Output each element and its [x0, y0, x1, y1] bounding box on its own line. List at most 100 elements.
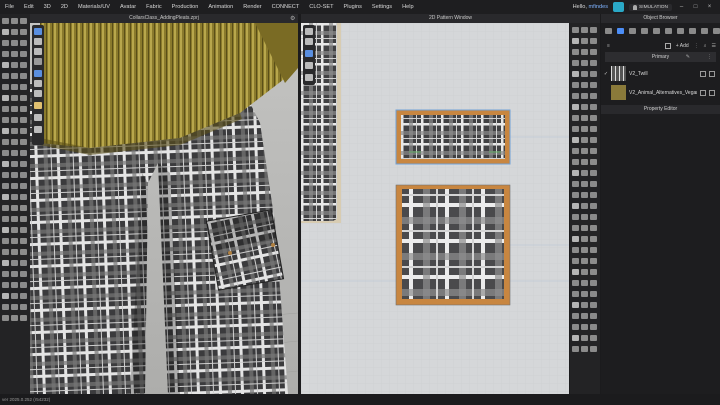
2d-tool-62-icon[interactable]	[581, 247, 588, 253]
simulation-mode-selector[interactable]: SIMULATION	[629, 3, 672, 11]
2d-tool-54-icon[interactable]	[590, 214, 597, 220]
2d-tool-16-icon[interactable]	[572, 82, 579, 88]
minimize-icon[interactable]: –	[677, 4, 686, 10]
2d-tool-25-icon[interactable]	[572, 115, 579, 121]
3d-garment-viewport[interactable]	[30, 23, 298, 394]
3d-tool-3-icon[interactable]	[20, 18, 27, 24]
2d-tool-75-icon[interactable]	[590, 291, 597, 297]
3d-tool-50-icon[interactable]	[11, 194, 18, 200]
2d-tool-89-icon[interactable]	[581, 346, 588, 352]
3d-tool-72-icon[interactable]	[20, 271, 27, 277]
camera-icon[interactable]	[34, 28, 42, 35]
3d-tool-4-icon[interactable]	[2, 29, 9, 35]
light-icon[interactable]	[34, 102, 42, 109]
3d-tool-8-icon[interactable]	[11, 40, 18, 46]
avatar-icon[interactable]	[34, 58, 42, 65]
3d-tool-32-icon[interactable]	[11, 128, 18, 134]
3d-tool-24-icon[interactable]	[20, 95, 27, 101]
2d-tool-26-icon[interactable]	[581, 115, 588, 121]
2d-tool-55-icon[interactable]	[572, 225, 579, 231]
3d-tool-58-icon[interactable]	[2, 227, 9, 233]
menu-render[interactable]: Render	[238, 0, 266, 14]
2d-fabric-display-icon[interactable]	[305, 50, 313, 57]
3d-tool-2-icon[interactable]	[11, 18, 18, 24]
3d-tool-25-icon[interactable]	[2, 106, 9, 112]
zipper-tab-icon[interactable]	[665, 28, 672, 34]
fabric-item-v2-animal-alternatives[interactable]: V2_Animal_Alternatives_Vegan	[601, 83, 720, 102]
2d-tool-10-icon[interactable]	[572, 60, 579, 66]
fabric-options-icon[interactable]	[709, 89, 715, 96]
3d-tool-23-icon[interactable]	[11, 95, 18, 101]
copy-icon[interactable]	[664, 42, 671, 49]
2d-tool-59-icon[interactable]	[581, 236, 588, 242]
2d-tool-8-icon[interactable]	[581, 49, 588, 55]
3d-tool-68-icon[interactable]	[11, 260, 18, 266]
3d-tool-15-icon[interactable]	[20, 62, 27, 68]
settings-view-icon[interactable]	[34, 126, 42, 133]
2d-tool-53-icon[interactable]	[581, 214, 588, 220]
2d-tool-28-icon[interactable]	[572, 126, 579, 132]
fabric-apply-icon[interactable]	[700, 89, 706, 96]
3d-tool-38-icon[interactable]	[11, 150, 18, 156]
2d-tool-45-icon[interactable]	[590, 181, 597, 187]
3d-tool-17-icon[interactable]	[11, 73, 18, 79]
thickness-icon[interactable]	[34, 80, 42, 87]
2d-tool-33-icon[interactable]	[590, 137, 597, 143]
3d-tool-35-icon[interactable]	[11, 139, 18, 145]
fabric-display-icon[interactable]	[34, 70, 42, 77]
3d-tool-83-icon[interactable]	[11, 315, 18, 321]
menu-connect[interactable]: CONNECT	[267, 0, 305, 14]
2d-tool-31-icon[interactable]	[572, 137, 579, 143]
3d-tool-22-icon[interactable]	[2, 95, 9, 101]
search-icon[interactable]: ⌕	[704, 43, 707, 49]
2d-tool-23-icon[interactable]	[581, 104, 588, 110]
3d-tool-80-icon[interactable]	[11, 304, 18, 310]
3d-tool-76-icon[interactable]	[2, 293, 9, 299]
2d-tool-69-icon[interactable]	[590, 269, 597, 275]
3d-tool-1-icon[interactable]	[2, 18, 9, 24]
2d-tool-81-icon[interactable]	[590, 313, 597, 319]
2d-shirt-icon[interactable]	[305, 28, 313, 35]
3d-tool-65-icon[interactable]	[11, 249, 18, 255]
2d-tool-36-icon[interactable]	[590, 148, 597, 154]
2d-tool-42-icon[interactable]	[590, 170, 597, 176]
colorway-more-icon[interactable]: ⋮	[707, 52, 712, 62]
3d-tool-12-icon[interactable]	[20, 51, 27, 57]
3d-tool-54-icon[interactable]	[20, 205, 27, 211]
2d-tool-78-icon[interactable]	[590, 302, 597, 308]
2d-tool-46-icon[interactable]	[572, 192, 579, 198]
3d-tool-57-icon[interactable]	[20, 216, 27, 222]
menu-clo-set[interactable]: CLO-SET	[304, 0, 338, 14]
topstitch-tab-icon[interactable]	[653, 28, 660, 34]
2d-tool-63-icon[interactable]	[590, 247, 597, 253]
3d-tool-73-icon[interactable]	[2, 282, 9, 288]
menu-help[interactable]: Help	[397, 0, 419, 14]
3d-tool-10-icon[interactable]	[2, 51, 9, 57]
2d-tool-83-icon[interactable]	[581, 324, 588, 330]
menu-plugins[interactable]: Plugins	[339, 0, 367, 14]
2d-tool-34-icon[interactable]	[572, 148, 579, 154]
2d-tool-7-icon[interactable]	[572, 49, 579, 55]
2d-tool-29-icon[interactable]	[581, 126, 588, 132]
2d-tool-88-icon[interactable]	[572, 346, 579, 352]
3d-tool-62-icon[interactable]	[11, 238, 18, 244]
2d-tool-71-icon[interactable]	[581, 280, 588, 286]
3d-tool-78-icon[interactable]	[20, 293, 27, 299]
2d-tool-30-icon[interactable]	[590, 126, 597, 132]
2d-tool-35-icon[interactable]	[581, 148, 588, 154]
3d-tool-9-icon[interactable]	[20, 40, 27, 46]
close-icon[interactable]: ×	[705, 4, 714, 10]
filter-icon[interactable]: ≡	[607, 43, 610, 49]
2d-tool-22-icon[interactable]	[572, 104, 579, 110]
3d-tool-56-icon[interactable]	[11, 216, 18, 222]
add-button[interactable]: + Add	[676, 43, 689, 49]
2d-tool-90-icon[interactable]	[590, 346, 597, 352]
3d-tool-51-icon[interactable]	[20, 194, 27, 200]
2d-tool-1-icon[interactable]	[572, 27, 579, 33]
2d-tool-73-icon[interactable]	[572, 291, 579, 297]
3d-tool-60-icon[interactable]	[20, 227, 27, 233]
menu-animation[interactable]: Animation	[203, 0, 238, 14]
3d-tool-41-icon[interactable]	[11, 161, 18, 167]
2d-tool-65-icon[interactable]	[581, 258, 588, 264]
menu-edit[interactable]: Edit	[19, 0, 39, 14]
